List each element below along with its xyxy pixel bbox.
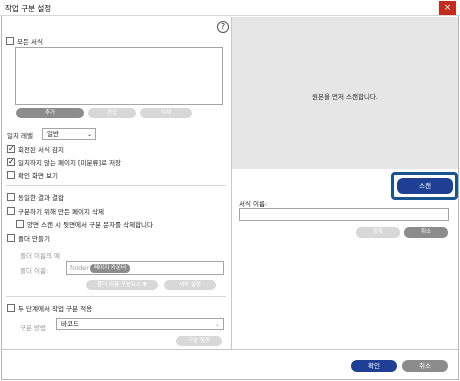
make-folder-checkbox[interactable] [7,234,15,242]
preview-message: 원본을 먼저 스캔합니다. [312,93,378,101]
close-button[interactable]: × [439,1,456,15]
split-method-label: 구분 방법 [20,324,46,332]
merge-same-checkbox[interactable] [7,193,15,201]
divider [6,296,226,297]
match-level-label: 일치 레벨 [7,132,33,140]
detail-settings-button[interactable]: 세부 설정 [164,280,216,290]
show-confirm-checkbox[interactable] [7,171,15,179]
detect-rotated-checkbox[interactable] [7,144,15,153]
window-title: 작업 구분 설정 [5,4,52,13]
delete-back-separator-checkbox[interactable] [16,220,24,228]
scan-button-highlight [391,172,458,200]
divider [6,185,226,186]
footer-divider [1,349,459,350]
split-method-value: 바코드 [61,320,79,328]
edit-button[interactable]: 편집 [88,108,136,118]
add-button[interactable]: 추가 [16,108,84,118]
match-level-select[interactable]: 일반 ⌄ [42,128,96,140]
format-name-label: 서식 이름: [239,200,268,208]
folder-example-label: 폴더 이름의 예 [20,252,61,260]
split-settings-button[interactable]: 구분 설정 [176,336,222,346]
chevron-down-icon: ⌄ [86,131,92,138]
title-bar [0,0,460,16]
folder-compose-label: 폴더 이름 구성요소 [97,282,141,288]
page-counter-tag: 페이지 카운터 [90,264,131,273]
two-step-label: 두 단계에서 작업 구분 적용 [18,305,93,313]
all-formats-label: 모든 서식 [17,38,43,46]
format-list[interactable] [15,47,223,105]
make-folder-label: 폴더 만들기 [18,235,50,243]
split-method-select[interactable]: 바코드 ⌄ [56,318,224,330]
register-button[interactable]: 등록 [356,227,400,238]
merge-same-label: 동일한 결과 결합 [18,194,64,202]
cancel-button[interactable]: 취소 [402,360,448,372]
delete-back-separator-label: 양면 스캔 시 뒷면에서 구분 문자를 삭제합니다 [27,221,154,229]
delete-separator-label: 구분하기 위해 만든 페이지 삭제 [18,208,105,216]
help-icon[interactable]: ? [217,21,229,33]
save-unmatched-checkbox[interactable] [7,157,15,166]
chevron-down-icon: ⌄ [214,321,220,328]
save-unmatched-label: 일치하지 않는 페이지 [미분류]로 저장 [18,159,122,167]
format-name-input[interactable] [239,208,449,221]
folder-name-value: folder [70,264,89,272]
match-level-value: 일반 [47,130,59,138]
folder-compose-button[interactable]: 폴더 이름 구성요소 ▼ [86,280,158,290]
ok-button[interactable]: 확인 [351,360,397,372]
right-cancel-button[interactable]: 취소 [404,227,448,238]
delete-button[interactable]: 삭제 [140,108,192,118]
chevron-down-icon: ▼ [142,282,147,288]
two-step-checkbox[interactable] [7,304,15,312]
show-confirm-label: 확인 화면 보기 [18,172,59,180]
delete-separator-checkbox[interactable] [7,207,15,215]
detect-rotated-label: 회전된 서식 감지 [18,146,64,154]
all-formats-checkbox[interactable] [6,37,14,45]
folder-name-label: 폴더 이름: [20,267,49,275]
